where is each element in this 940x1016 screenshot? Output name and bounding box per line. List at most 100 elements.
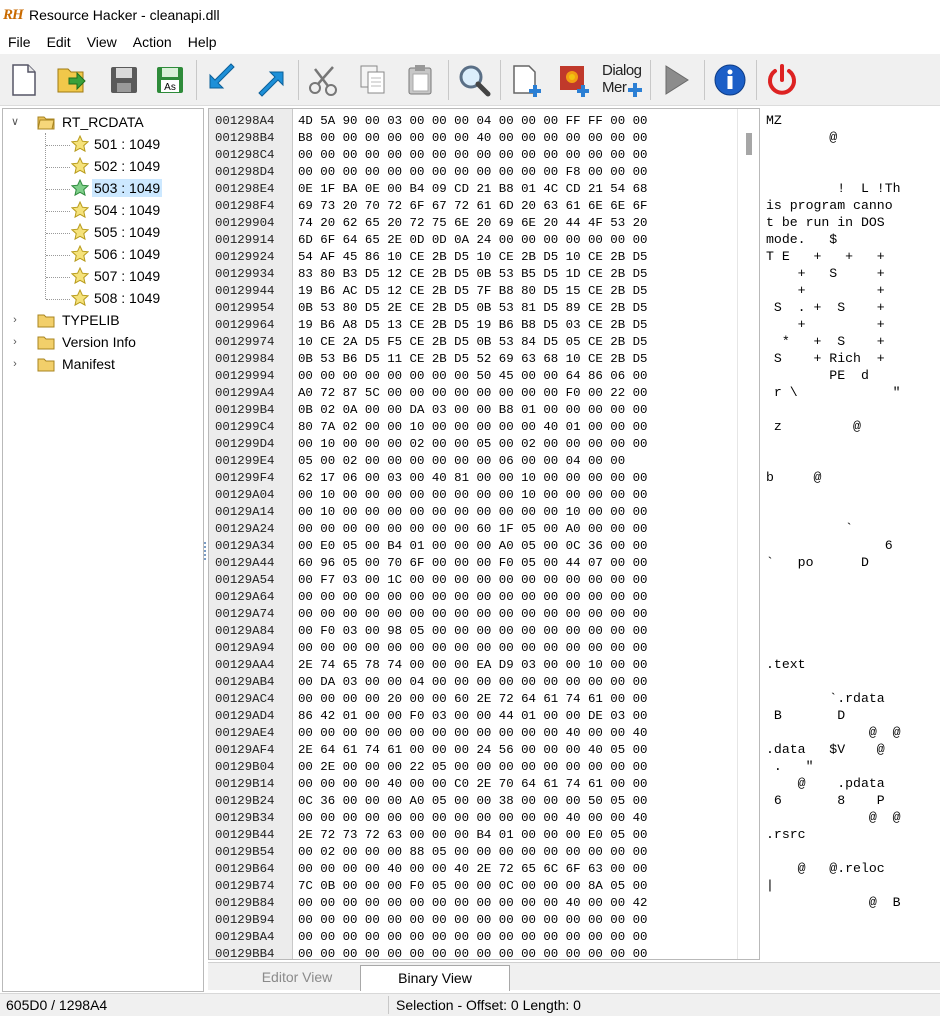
forward-button[interactable] <box>252 61 288 99</box>
vertical-scrollbar[interactable] <box>737 109 759 959</box>
ascii-text[interactable]: @ <box>766 129 837 146</box>
ascii-text[interactable]: | <box>766 877 774 894</box>
ascii-text[interactable]: .text <box>766 656 806 673</box>
tab-binary-view[interactable]: Binary View <box>360 965 510 991</box>
hex-bytes[interactable]: 7C 0B 00 00 00 F0 05 00 00 0C 00 00 00 8… <box>298 878 647 895</box>
pane-splitter[interactable] <box>203 540 207 564</box>
hex-bytes[interactable]: 00 00 00 00 00 00 00 00 00 00 00 00 00 0… <box>298 912 647 929</box>
ascii-text[interactable]: r \ " <box>766 384 901 401</box>
dialog-merger-button[interactable]: Dialog Mer <box>600 61 644 99</box>
chevron-down-icon[interactable]: ∨ <box>9 116 21 128</box>
ascii-text[interactable]: @ @ <box>766 724 901 741</box>
hex-bytes[interactable]: 2E 64 61 74 61 00 00 00 24 56 00 00 00 4… <box>298 742 647 759</box>
hex-bytes[interactable]: 00 00 00 00 00 00 00 00 00 00 00 00 00 0… <box>298 606 647 623</box>
ascii-text[interactable]: + + <box>766 282 885 299</box>
hex-bytes[interactable]: 00 10 00 00 00 00 00 00 00 00 10 00 00 0… <box>298 487 647 504</box>
scrollbar-thumb[interactable] <box>746 133 752 155</box>
add-blank-resource-button[interactable] <box>508 61 544 99</box>
hex-bytes[interactable]: 2E 72 73 72 63 00 00 00 B4 01 00 00 00 E… <box>298 827 647 844</box>
save-button[interactable] <box>106 61 142 99</box>
ascii-text[interactable]: PE d <box>766 367 869 384</box>
hex-bytes[interactable]: 83 80 B3 D5 12 CE 2B D5 0B 53 B5 D5 1D C… <box>298 266 647 283</box>
hex-bytes[interactable]: 00 00 00 00 40 00 00 C0 2E 70 64 61 74 6… <box>298 776 647 793</box>
exit-button[interactable] <box>764 61 800 99</box>
ascii-text[interactable]: * + S + <box>766 333 885 350</box>
ascii-text[interactable]: `.rdata <box>766 690 884 707</box>
ascii-text[interactable]: t be run in DOS <box>766 214 885 231</box>
add-image-button[interactable] <box>556 61 592 99</box>
hex-bytes[interactable]: 00 00 00 00 00 00 00 00 00 00 00 00 40 0… <box>298 725 647 742</box>
hex-bytes[interactable]: 10 CE 2A D5 F5 CE 2B D5 0B 53 84 D5 05 C… <box>298 334 647 351</box>
new-file-button[interactable] <box>6 61 42 99</box>
tree-node-typelib[interactable]: › TYPELIB <box>9 309 122 331</box>
hex-bytes[interactable]: 80 7A 02 00 00 10 00 00 00 00 00 40 01 0… <box>298 419 647 436</box>
copy-button[interactable] <box>355 61 391 99</box>
hex-bytes[interactable]: 00 10 00 00 00 00 00 00 00 00 00 00 10 0… <box>298 504 647 521</box>
hex-bytes[interactable]: 00 00 00 00 00 00 00 00 00 00 00 00 00 0… <box>298 640 647 657</box>
tree-node-506[interactable]: 506 : 1049 <box>71 243 162 265</box>
hex-bytes[interactable]: 0B 53 B6 D5 11 CE 2B D5 52 69 63 68 10 C… <box>298 351 647 368</box>
tree-node-503[interactable]: 503 : 1049 <box>71 177 163 199</box>
ascii-view[interactable]: MZ @ ! L !Th is program canno t be run in … <box>762 108 940 960</box>
tree-node-505[interactable]: 505 : 1049 <box>71 221 162 243</box>
hex-bytes[interactable]: 05 00 02 00 00 00 00 00 00 06 00 00 04 0… <box>298 453 625 470</box>
menu-action[interactable]: Action <box>125 31 180 53</box>
ascii-text[interactable]: S . + S + <box>766 299 885 316</box>
hex-bytes[interactable]: 54 AF 45 86 10 CE 2B D5 10 CE 2B D5 10 C… <box>298 249 647 266</box>
hex-bytes[interactable]: 00 E0 05 00 B4 01 00 00 00 A0 05 00 0C 3… <box>298 538 647 555</box>
ascii-text[interactable]: + S + <box>766 265 885 282</box>
ascii-text[interactable]: z @ <box>766 418 861 435</box>
run-button[interactable] <box>658 61 694 99</box>
hex-bytes[interactable]: 00 00 00 00 00 00 00 00 60 1F 05 00 A0 0… <box>298 521 647 538</box>
hex-bytes[interactable]: A0 72 87 5C 00 00 00 00 00 00 00 00 F0 0… <box>298 385 647 402</box>
hex-bytes[interactable]: 00 00 00 00 00 00 00 00 00 00 00 00 00 0… <box>298 929 647 946</box>
ascii-text[interactable]: mode. $ <box>766 231 837 248</box>
ascii-text[interactable]: @ B <box>766 894 901 911</box>
ascii-text[interactable]: ` po D <box>766 554 869 571</box>
hex-bytes[interactable]: 00 00 00 00 00 00 00 00 00 00 00 00 00 0… <box>298 589 647 606</box>
hex-bytes[interactable]: 0C 36 00 00 00 A0 05 00 00 38 00 00 00 5… <box>298 793 647 810</box>
ascii-text[interactable]: 6 <box>766 537 893 554</box>
hex-bytes[interactable]: 00 00 00 00 00 00 00 00 00 00 00 00 F8 0… <box>298 164 647 181</box>
hex-bytes[interactable]: 0E 1F BA 0E 00 B4 09 CD 21 B8 01 4C CD 2… <box>298 181 647 198</box>
ascii-text[interactable]: is program canno <box>766 197 893 214</box>
hex-bytes[interactable]: 00 02 00 00 00 88 05 00 00 00 00 00 00 0… <box>298 844 647 861</box>
ascii-text[interactable]: T E + + + <box>766 248 885 265</box>
ascii-text[interactable]: S + Rich + <box>766 350 885 367</box>
back-button[interactable] <box>205 61 241 99</box>
hex-bytes[interactable]: 00 00 00 00 20 00 00 60 2E 72 64 61 74 6… <box>298 691 647 708</box>
hex-bytes[interactable]: 19 B6 AC D5 12 CE 2B D5 7F B8 80 D5 15 C… <box>298 283 647 300</box>
hex-bytes[interactable]: 69 73 20 70 72 6F 67 72 61 6D 20 63 61 6… <box>298 198 647 215</box>
hex-bytes[interactable]: 00 00 00 00 00 00 00 00 50 45 00 00 64 8… <box>298 368 647 385</box>
hex-bytes[interactable]: 00 00 00 00 00 00 00 00 00 00 00 00 00 0… <box>298 946 647 959</box>
hex-bytes[interactable]: 4D 5A 90 00 03 00 00 00 04 00 00 00 FF F… <box>298 113 647 130</box>
hex-bytes[interactable]: 00 F0 03 00 98 05 00 00 00 00 00 00 00 0… <box>298 623 647 640</box>
open-button[interactable] <box>54 61 90 99</box>
menu-help[interactable]: Help <box>180 31 225 53</box>
hex-bytes[interactable]: 00 00 00 00 00 00 00 00 00 00 00 00 00 0… <box>298 147 647 164</box>
tree-node-504[interactable]: 504 : 1049 <box>71 199 162 221</box>
ascii-text[interactable]: .rsrc <box>766 826 806 843</box>
about-button[interactable] <box>712 61 748 99</box>
ascii-text[interactable]: @ .pdata <box>766 775 885 792</box>
tree-node-manifest[interactable]: › Manifest <box>9 353 117 375</box>
hex-bytes[interactable]: 19 B6 A8 D5 13 CE 2B D5 19 B6 B8 D5 03 C… <box>298 317 647 334</box>
chevron-right-icon[interactable]: › <box>9 314 21 326</box>
tree-node-rt-rcdata[interactable]: ∨ RT_RCDATA <box>9 111 146 133</box>
find-button[interactable] <box>456 61 492 99</box>
hex-bytes[interactable]: 2E 74 65 78 74 00 00 00 EA D9 03 00 00 1… <box>298 657 647 674</box>
tree-node-507[interactable]: 507 : 1049 <box>71 265 162 287</box>
hex-bytes[interactable]: 6D 6F 64 65 2E 0D 0D 0A 24 00 00 00 00 0… <box>298 232 647 249</box>
chevron-right-icon[interactable]: › <box>9 358 21 370</box>
hex-bytes[interactable]: 00 00 00 00 00 00 00 00 00 00 00 00 40 0… <box>298 810 647 827</box>
hex-view[interactable]: 001298A4 4D 5A 90 00 03 00 00 00 04 00 00… <box>208 108 760 960</box>
ascii-text[interactable]: .data $V @ <box>766 741 885 758</box>
hex-bytes[interactable]: 00 00 00 00 40 00 00 40 2E 72 65 6C 6F 6… <box>298 861 647 878</box>
ascii-text[interactable]: 6 8 P <box>766 792 885 809</box>
hex-bytes[interactable]: 00 DA 03 00 00 04 00 00 00 00 00 00 00 0… <box>298 674 647 691</box>
hex-bytes[interactable]: B8 00 00 00 00 00 00 00 40 00 00 00 00 0… <box>298 130 647 147</box>
hex-bytes[interactable]: 00 00 00 00 00 00 00 00 00 00 00 00 40 0… <box>298 895 647 912</box>
ascii-text[interactable]: ! L !Th <box>766 180 900 197</box>
ascii-text[interactable]: + + <box>766 316 885 333</box>
tree-node-502[interactable]: 502 : 1049 <box>71 155 162 177</box>
